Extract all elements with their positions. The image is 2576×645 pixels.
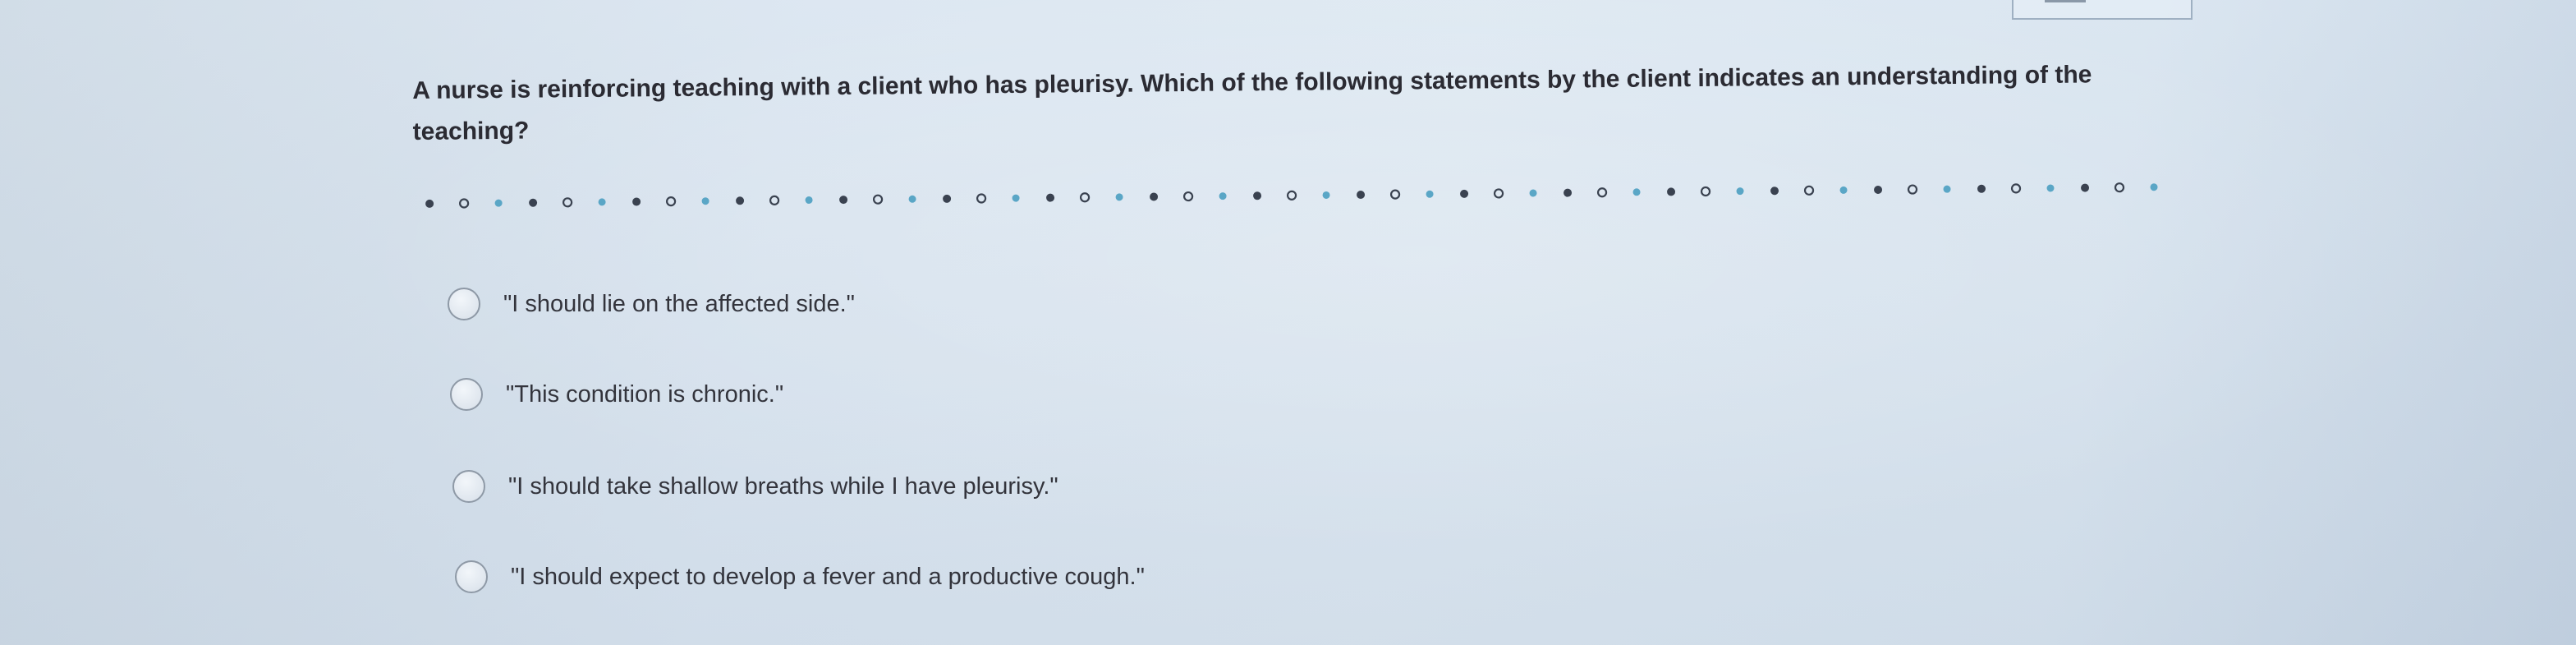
- separator-dot: [839, 196, 848, 205]
- separator-dot: [1460, 189, 1469, 198]
- separator-dot: [1770, 187, 1779, 196]
- separator-dot: [1632, 188, 1641, 196]
- answer-option-4[interactable]: "I should expect to develop a fever and …: [455, 560, 1145, 593]
- separator-dot: [494, 199, 503, 207]
- separator-dot: [1219, 192, 1227, 200]
- separator-dot: [1943, 185, 1951, 193]
- answer-option-1[interactable]: "I should lie on the affected side.": [448, 288, 855, 320]
- separator-dot: [1046, 193, 1055, 202]
- separator-dot: [1426, 190, 1434, 198]
- separator-dot: [872, 194, 884, 205]
- separator-dot: [1564, 188, 1573, 197]
- separator-dot: [1667, 187, 1676, 196]
- separator-dot: [529, 198, 538, 207]
- separator-dot: [598, 198, 606, 206]
- separator-dot: [1150, 192, 1159, 201]
- separator-dot: [1529, 189, 1537, 197]
- separator-dot: [1079, 192, 1091, 203]
- separator-dot: [1115, 193, 1123, 201]
- separator-dot: [701, 197, 709, 205]
- separator-dot: [562, 197, 573, 208]
- separator-dot: [459, 198, 470, 209]
- separator-dot: [1012, 194, 1020, 202]
- separator-dot: [666, 196, 677, 207]
- separator-dot: [1357, 191, 1366, 200]
- separator-dot: [2081, 183, 2090, 192]
- question-text: A nurse is reinforcing teaching with a c…: [412, 61, 2092, 145]
- answer-option-3-label[interactable]: "I should take shallow breaths while I h…: [508, 473, 1058, 500]
- separator-dot: [1182, 191, 1194, 202]
- radio-button-4[interactable]: [455, 560, 488, 593]
- separator-dot: [1803, 185, 1815, 196]
- separator-dot: [908, 195, 916, 203]
- separator-dot: [2114, 182, 2125, 193]
- separator-dot: [2010, 183, 2022, 194]
- separator-dot: [1874, 185, 1883, 194]
- answer-option-1-label[interactable]: "I should lie on the affected side.": [503, 291, 855, 318]
- separator-dot: [1253, 191, 1262, 200]
- separator-dot: [1596, 187, 1608, 198]
- dotted-separator-graphic: [425, 182, 2158, 209]
- radio-button-3[interactable]: [452, 470, 485, 503]
- radio-button-1[interactable]: [448, 288, 480, 320]
- separator-dot: [1389, 189, 1401, 200]
- separator-dot: [1907, 184, 1918, 195]
- answer-option-4-label[interactable]: "I should expect to develop a fever and …: [511, 564, 1145, 591]
- answer-option-3[interactable]: "I should take shallow breaths while I h…: [452, 470, 1058, 503]
- separator-dot: [1977, 184, 1986, 193]
- separator-dot: [1839, 186, 1848, 194]
- separator-dot: [1286, 190, 1297, 200]
- separator-dot: [1700, 186, 1711, 197]
- top-tab: [2012, 0, 2193, 20]
- separator-dot: [736, 196, 745, 205]
- separator-dot: [1493, 188, 1504, 199]
- separator-dot: [943, 194, 952, 203]
- separator-dot: [425, 199, 434, 208]
- separator-dot: [976, 193, 987, 204]
- answer-option-2-label[interactable]: "This condition is chronic.": [506, 381, 783, 408]
- separator-dot: [1736, 187, 1744, 196]
- dotted-separator: [423, 177, 2172, 214]
- answer-option-2[interactable]: "This condition is chronic.": [450, 378, 783, 411]
- separator-dot: [2150, 183, 2158, 191]
- separator-dot: [632, 197, 641, 206]
- separator-dot: [769, 195, 780, 205]
- top-tab-indicator: [2045, 0, 2086, 2]
- separator-dot: [805, 196, 813, 204]
- separator-dot: [1322, 191, 1330, 199]
- radio-button-2[interactable]: [450, 378, 483, 411]
- separator-dot: [2046, 184, 2055, 192]
